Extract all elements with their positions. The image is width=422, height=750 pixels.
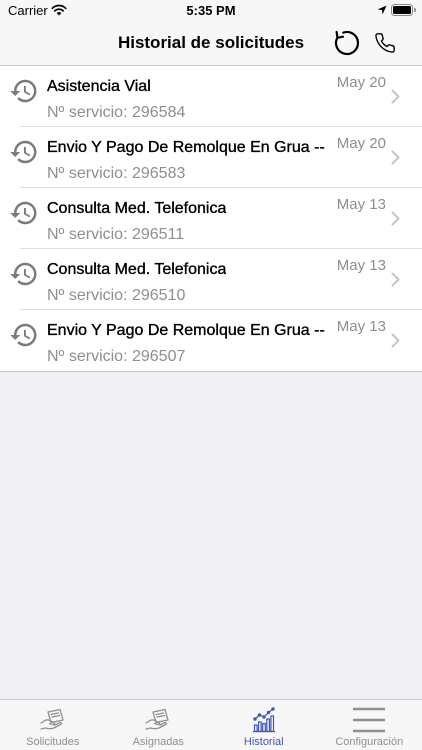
history-icon: [10, 201, 37, 225]
hand-card-icon: [145, 708, 169, 730]
chevron-right-icon: [391, 333, 400, 348]
history-icon: [10, 262, 37, 286]
battery-icon: [391, 4, 416, 16]
tab-historial[interactable]: Historial: [211, 700, 317, 750]
page-title: Historial de solicitudes: [117, 33, 305, 52]
request-row[interactable]: Envio Y Pago De Remolque En Grua -- Nº s…: [0, 127, 422, 188]
chevron-right-icon: [391, 150, 400, 165]
refresh-icon[interactable]: [332, 28, 362, 58]
battery-level-fill: [393, 6, 411, 14]
history-icon: [10, 140, 37, 164]
clock-time: 5:35 PM: [186, 3, 236, 18]
request-date: May 13: [336, 196, 386, 213]
service-number: Nº servicio: 296511: [47, 226, 185, 243]
history-icon: [10, 79, 37, 103]
refresh-button[interactable]: [332, 28, 362, 58]
menu-icon: [353, 707, 386, 733]
status-bar: Carrier 5:35 PM: [0, 0, 422, 20]
request-title: Asistencia Vial: [47, 78, 151, 95]
chevron-right-icon: [391, 272, 400, 287]
service-number: Nº servicio: 296584: [47, 104, 186, 121]
wifi-icon: [51, 4, 67, 16]
request-title: Consulta Med. Telefonica: [47, 200, 227, 217]
tab-label: Configuración: [335, 736, 404, 748]
request-title: Consulta Med. Telefonica: [47, 261, 227, 278]
request-date: May 13: [336, 318, 386, 335]
tab-asignadas[interactable]: Asignadas: [106, 700, 212, 750]
chevron-right-icon: [391, 211, 400, 226]
request-row[interactable]: Consulta Med. Telefonica Nº servicio: 29…: [0, 249, 422, 310]
tab-configuracion[interactable]: Configuración: [317, 700, 422, 750]
hand-card-icon: [40, 708, 64, 730]
request-history-list: Asistencia Vial Nº servicio: 296584 May …: [0, 66, 422, 372]
bar-chart-icon: [252, 707, 275, 733]
tab-label: Solicitudes: [26, 736, 80, 748]
tab-bar: Solicitudes Asignadas Historial Configur…: [0, 699, 422, 750]
chevron-right-icon: [391, 89, 400, 104]
request-date: May 13: [336, 257, 386, 274]
call-button[interactable]: [374, 32, 396, 54]
tab-label: Asignadas: [132, 736, 184, 748]
tab-solicitudes[interactable]: Solicitudes: [0, 700, 106, 750]
location-arrow-icon: [377, 5, 387, 15]
phone-icon[interactable]: [374, 32, 396, 54]
tab-label: Historial: [243, 736, 284, 748]
service-number: Nº servicio: 296510: [47, 287, 186, 304]
service-number: Nº servicio: 296583: [47, 165, 186, 182]
request-row[interactable]: Consulta Med. Telefonica Nº servicio: 29…: [0, 188, 422, 249]
request-title: Envio Y Pago De Remolque En Grua --: [47, 139, 325, 156]
request-row[interactable]: Envio Y Pago De Remolque En Grua -- Nº s…: [0, 310, 422, 371]
service-number: Nº servicio: 296507: [47, 348, 186, 365]
history-icon: [10, 323, 37, 347]
request-row[interactable]: Asistencia Vial Nº servicio: 296584 May …: [0, 66, 422, 127]
carrier-label: Carrier: [8, 3, 48, 18]
request-date: May 20: [336, 74, 386, 91]
request-title: Envio Y Pago De Remolque En Grua --: [47, 322, 325, 339]
request-date: May 20: [336, 135, 386, 152]
navigation-bar: Historial de solicitudes: [0, 20, 422, 66]
